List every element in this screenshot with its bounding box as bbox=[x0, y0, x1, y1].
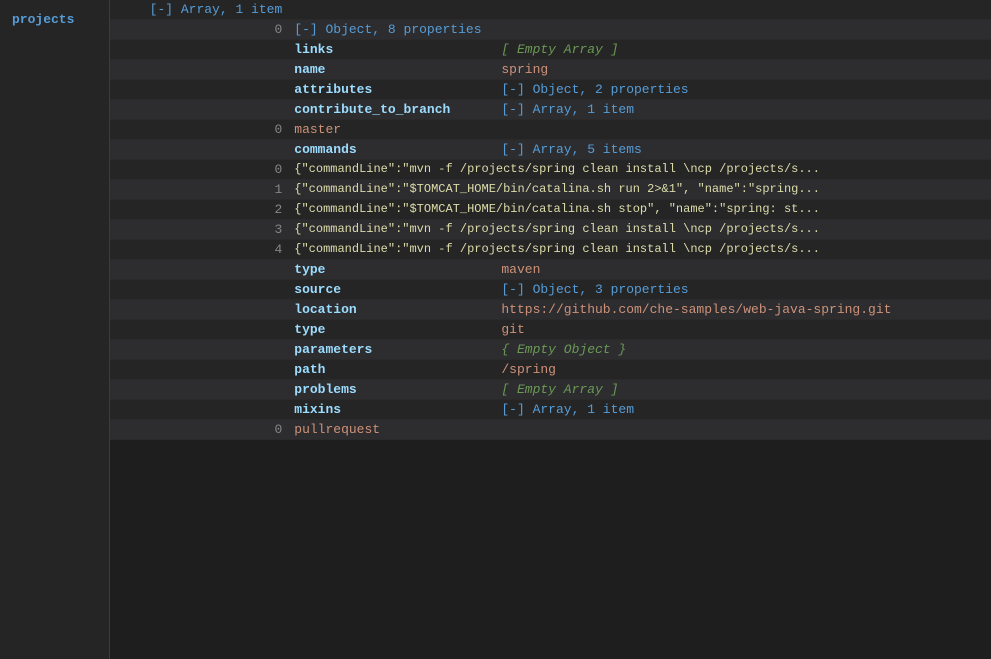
path-key: path bbox=[288, 360, 495, 380]
commands-row: commands [-] Array, 5 items bbox=[110, 140, 991, 160]
source-row: source [-] Object, 3 properties bbox=[110, 280, 991, 300]
json-tree: [-] Array, 1 item 0 [-] Object, 8 proper… bbox=[110, 0, 991, 440]
problems-key: problems bbox=[288, 380, 495, 400]
source-parameters-key: parameters bbox=[288, 340, 495, 360]
source-type-value: git bbox=[495, 320, 991, 340]
command-item-2: 2 {"commandLine":"$TOMCAT_HOME/bin/catal… bbox=[110, 200, 991, 220]
source-meta[interactable]: [-] Object, 3 properties bbox=[495, 280, 991, 300]
mixins-meta[interactable]: [-] Array, 1 item bbox=[495, 400, 991, 420]
problems-value: [ Empty Array ] bbox=[495, 380, 991, 400]
source-type-row: type git bbox=[110, 320, 991, 340]
source-location-row: location https://github.com/che-samples/… bbox=[110, 300, 991, 320]
command-item-3: 3 {"commandLine":"mvn -f /projects/sprin… bbox=[110, 220, 991, 240]
links-key: links bbox=[288, 40, 495, 60]
sidebar-item-projects[interactable]: projects bbox=[0, 8, 109, 31]
contribute-row: contribute_to_branch [-] Array, 1 item bbox=[110, 100, 991, 120]
attributes-row: attributes [-] Object, 2 properties bbox=[110, 80, 991, 100]
object-index: 0 bbox=[110, 20, 288, 40]
attributes-meta[interactable]: [-] Object, 2 properties bbox=[495, 80, 991, 100]
cmd-3-value: {"commandLine":"mvn -f /projects/spring … bbox=[288, 220, 991, 240]
command-item-4: 4 {"commandLine":"mvn -f /projects/sprin… bbox=[110, 240, 991, 260]
command-item-0: 0 {"commandLine":"mvn -f /projects/sprin… bbox=[110, 160, 991, 180]
mixins-row: mixins [-] Array, 1 item bbox=[110, 400, 991, 420]
contribute-meta[interactable]: [-] Array, 1 item bbox=[495, 100, 991, 120]
object-row-0: 0 [-] Object, 8 properties bbox=[110, 20, 991, 40]
mixins-key: mixins bbox=[288, 400, 495, 420]
cmd-3-index: 3 bbox=[110, 220, 288, 240]
main-content: [-] Array, 1 item 0 [-] Object, 8 proper… bbox=[110, 0, 991, 659]
contribute-index: 0 bbox=[110, 120, 288, 140]
name-key: name bbox=[288, 60, 495, 80]
commands-meta[interactable]: [-] Array, 5 items bbox=[495, 140, 991, 160]
name-value: spring bbox=[495, 60, 991, 80]
cmd-0-value: {"commandLine":"mvn -f /projects/spring … bbox=[288, 160, 991, 180]
links-row: links [ Empty Array ] bbox=[110, 40, 991, 60]
cmd-1-index: 1 bbox=[110, 180, 288, 200]
source-location-value: https://github.com/che-samples/web-java-… bbox=[495, 300, 991, 320]
contribute-item-0: 0 master bbox=[110, 120, 991, 140]
mixins-item-0: 0 pullrequest bbox=[110, 420, 991, 440]
command-item-1: 1 {"commandLine":"$TOMCAT_HOME/bin/catal… bbox=[110, 180, 991, 200]
collapse-toggle[interactable]: [-] Array, 1 item bbox=[150, 2, 283, 17]
source-parameters-row: parameters { Empty Object } bbox=[110, 340, 991, 360]
commands-key: commands bbox=[288, 140, 495, 160]
type-value: maven bbox=[495, 260, 991, 280]
cmd-2-index: 2 bbox=[110, 200, 288, 220]
name-row: name spring bbox=[110, 60, 991, 80]
type-key: type bbox=[288, 260, 495, 280]
root-array-row: [-] Array, 1 item bbox=[110, 0, 991, 20]
cmd-1-value: {"commandLine":"$TOMCAT_HOME/bin/catalin… bbox=[288, 180, 991, 200]
source-location-key: location bbox=[288, 300, 495, 320]
contribute-key: contribute_to_branch bbox=[288, 100, 495, 120]
cmd-4-value: {"commandLine":"mvn -f /projects/spring … bbox=[288, 240, 991, 260]
attributes-key: attributes bbox=[288, 80, 495, 100]
cmd-0-index: 0 bbox=[110, 160, 288, 180]
problems-row: problems [ Empty Array ] bbox=[110, 380, 991, 400]
mixins-index: 0 bbox=[110, 420, 288, 440]
root-toggle[interactable]: [-] Array, 1 item bbox=[110, 0, 288, 20]
path-value: /spring bbox=[495, 360, 991, 380]
type-row: type maven bbox=[110, 260, 991, 280]
contribute-value: master bbox=[288, 120, 991, 140]
mixins-value: pullrequest bbox=[288, 420, 991, 440]
source-key: source bbox=[288, 280, 495, 300]
source-type-key: type bbox=[288, 320, 495, 340]
cmd-4-index: 4 bbox=[110, 240, 288, 260]
path-row: path /spring bbox=[110, 360, 991, 380]
object-meta[interactable]: [-] Object, 8 properties bbox=[294, 22, 481, 37]
cmd-2-value: {"commandLine":"$TOMCAT_HOME/bin/catalin… bbox=[288, 200, 991, 220]
source-parameters-value: { Empty Object } bbox=[495, 340, 991, 360]
links-value: [ Empty Array ] bbox=[495, 40, 991, 60]
